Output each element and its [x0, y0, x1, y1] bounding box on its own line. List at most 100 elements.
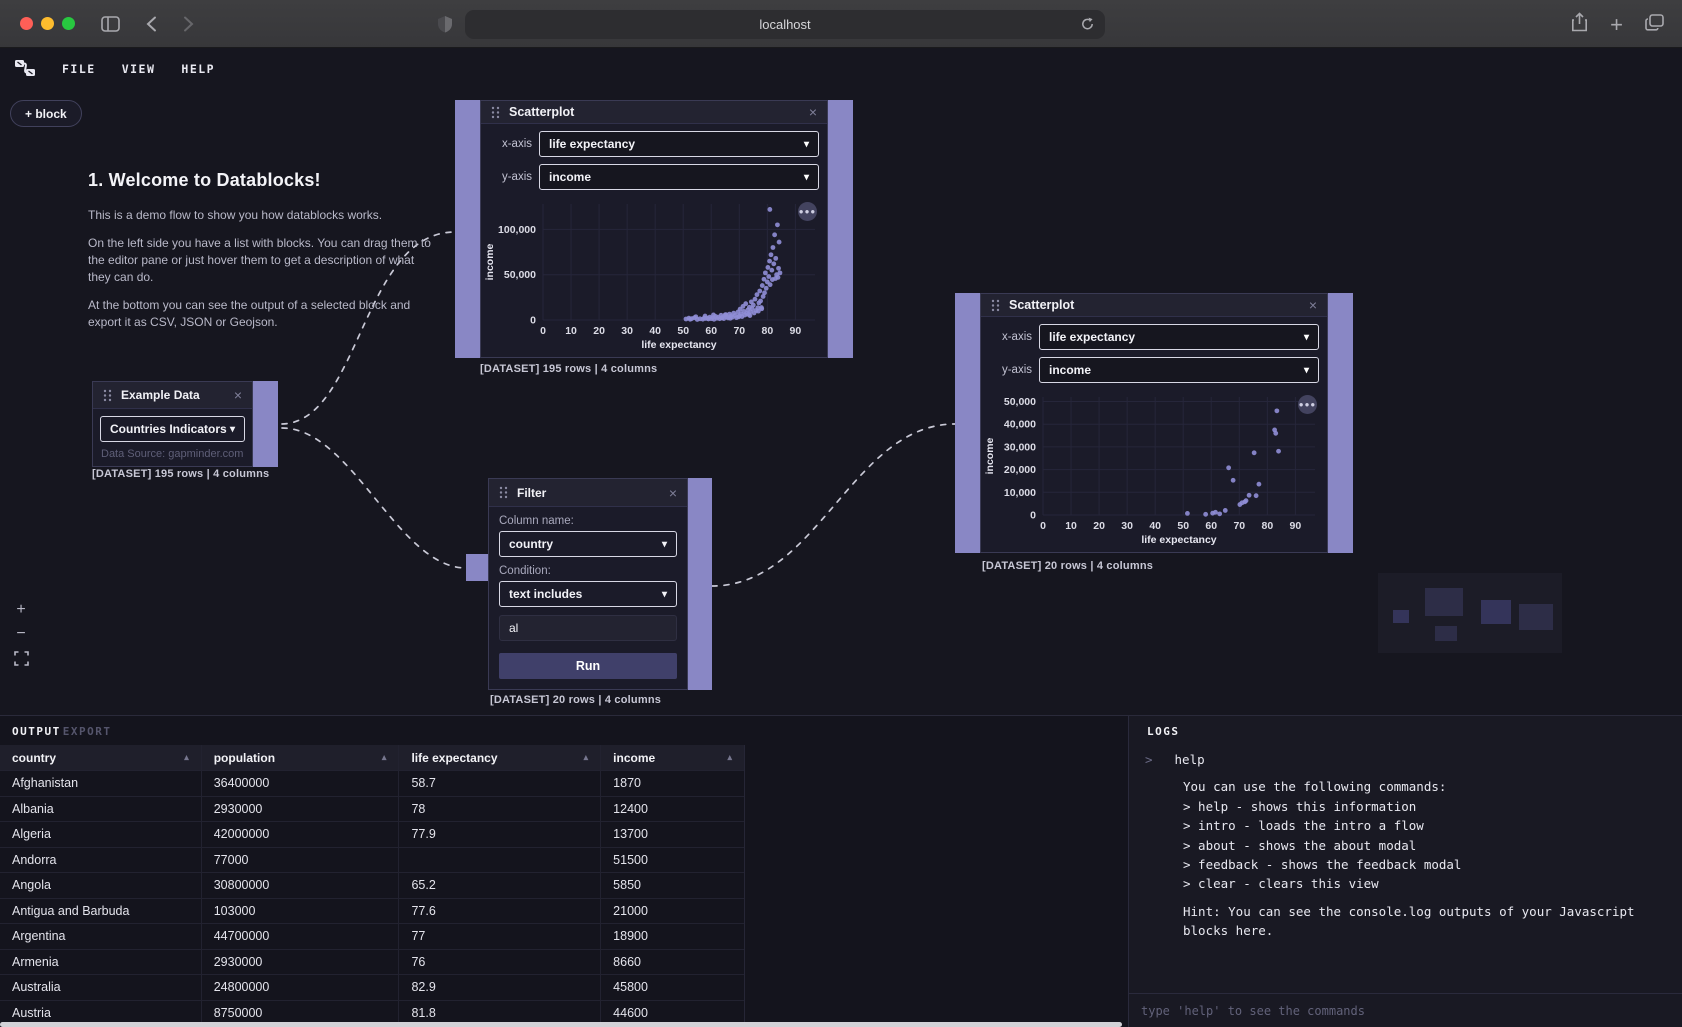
input-port-bar[interactable]	[955, 293, 980, 553]
app-logo	[14, 58, 36, 81]
tab-export[interactable]: EXPORT	[63, 725, 112, 738]
drag-handle-icon[interactable]	[991, 299, 1000, 312]
input-port-bar[interactable]	[455, 100, 480, 358]
run-button[interactable]: Run	[499, 653, 677, 679]
minimap-block	[1481, 600, 1511, 624]
back-button-icon[interactable]	[146, 16, 157, 32]
forward-button-icon[interactable]	[183, 16, 194, 32]
table-horizontal-scrollbar[interactable]	[0, 1022, 1122, 1027]
minimap-block	[1425, 588, 1463, 616]
table-cell: 13700	[601, 822, 744, 847]
block-header[interactable]: Scatterplot ×	[981, 294, 1327, 317]
svg-text:50: 50	[677, 325, 689, 337]
dataset-caption: [DATASET] 20 rows | 4 columns	[982, 560, 1153, 572]
filter-query-value: al	[509, 621, 518, 635]
chart-options-icon[interactable]: ●●●	[1298, 395, 1317, 414]
table-row[interactable]: Albania29300007812400	[0, 797, 744, 823]
canvas-zoom-controls: + −	[12, 602, 30, 666]
column-header-life-expectancy[interactable]: life expectancy▴	[399, 745, 601, 770]
table-row[interactable]: Antigua and Barbuda10300077.621000	[0, 899, 744, 925]
table-row[interactable]: Algeria4200000077.913700	[0, 822, 744, 848]
block-scatterplot-2[interactable]: Scatterplot × x-axis life expectancy ▾ y…	[955, 293, 1353, 553]
table-row[interactable]: Andorra7700051500	[0, 848, 744, 874]
table-row[interactable]: Argentina447000007718900	[0, 924, 744, 950]
share-icon[interactable]	[1571, 12, 1588, 37]
output-port-bar[interactable]	[828, 100, 853, 358]
svg-text:0: 0	[530, 315, 536, 327]
add-block-button[interactable]: + block	[10, 100, 82, 127]
block-header[interactable]: Scatterplot ×	[481, 101, 827, 124]
y-axis-select[interactable]: income ▾	[539, 164, 819, 190]
y-axis-select[interactable]: income ▾	[1039, 357, 1319, 383]
x-axis-select[interactable]: life expectancy ▾	[1039, 324, 1319, 350]
minimize-window-button[interactable]	[41, 17, 54, 30]
block-example-data[interactable]: Example Data × Countries Indicators ▾ Da…	[92, 381, 278, 467]
chevron-down-icon: ▾	[230, 424, 235, 435]
logs-panel: LOGS > help You can use the following co…	[1128, 716, 1682, 1027]
table-row[interactable]: Angola3080000065.25850	[0, 873, 744, 899]
column-select[interactable]: country ▾	[499, 531, 677, 557]
column-header-income[interactable]: income▴	[601, 745, 744, 770]
x-axis-label: x-axis	[481, 138, 539, 150]
block-filter[interactable]: Filter × Column name: country ▾ Conditio…	[488, 478, 712, 690]
flow-minimap[interactable]	[1378, 573, 1562, 653]
table-cell: 77.9	[399, 822, 601, 847]
table-cell: 82.9	[399, 975, 601, 1000]
sidebar-toggle-icon[interactable]	[101, 16, 120, 32]
table-header-row: country▴population▴life expectancy▴incom…	[0, 745, 744, 771]
close-icon[interactable]: ×	[234, 387, 242, 403]
menu-view[interactable]: VIEW	[122, 62, 156, 76]
log-command-entry: > help	[1145, 750, 1666, 769]
new-tab-icon[interactable]: +	[1610, 18, 1623, 32]
y-axis-title: income	[984, 437, 996, 474]
block-header[interactable]: Example Data ×	[93, 382, 252, 409]
table-row[interactable]: Australia2480000082.945800	[0, 975, 744, 1001]
reload-icon[interactable]	[1080, 16, 1095, 35]
block-header[interactable]: Filter ×	[489, 479, 687, 507]
sort-arrow-icon[interactable]: ▴	[382, 752, 387, 763]
zoom-out-icon[interactable]: −	[12, 626, 30, 642]
dataset-select[interactable]: Countries Indicators ▾	[100, 416, 245, 442]
privacy-shield-icon[interactable]	[437, 15, 453, 38]
tab-output[interactable]: OUTPUT	[12, 725, 61, 738]
output-port-bar[interactable]	[688, 478, 712, 690]
close-icon[interactable]: ×	[1309, 297, 1317, 313]
x-axis-select[interactable]: life expectancy ▾	[539, 131, 819, 157]
output-port-bar[interactable]	[253, 381, 278, 467]
block-scatterplot-1[interactable]: Scatterplot × x-axis life expectancy ▾ y…	[455, 100, 853, 358]
sort-arrow-icon[interactable]: ▴	[584, 752, 589, 763]
table-cell: 44700000	[202, 924, 400, 949]
chart-options-icon[interactable]: ●●●	[798, 202, 817, 221]
menu-help[interactable]: HELP	[181, 62, 215, 76]
drag-handle-icon[interactable]	[491, 106, 500, 119]
drag-handle-icon[interactable]	[103, 389, 112, 402]
table-row[interactable]: Afghanistan3640000058.71870	[0, 771, 744, 797]
condition-select[interactable]: text includes ▾	[499, 581, 677, 607]
drag-handle-icon[interactable]	[499, 486, 508, 499]
table-row[interactable]: Armenia2930000768660	[0, 950, 744, 976]
sort-arrow-icon[interactable]: ▴	[727, 752, 732, 763]
connector-filter-to-scatterplot2	[712, 424, 955, 586]
fit-view-icon[interactable]	[12, 650, 30, 666]
dataset-caption: [DATASET] 195 rows | 4 columns	[480, 363, 657, 375]
close-icon[interactable]: ×	[809, 104, 817, 120]
address-bar[interactable]: localhost	[465, 10, 1105, 39]
svg-text:40: 40	[1149, 520, 1161, 532]
scatter-chart-2: 0102030405060708090010,00020,00030,00040…	[981, 387, 1327, 552]
table-cell: 24800000	[202, 975, 400, 1000]
zoom-window-button[interactable]	[62, 17, 75, 30]
column-header-population[interactable]: population▴	[202, 745, 400, 770]
filter-input-port[interactable]	[466, 554, 489, 581]
output-port-bar[interactable]	[1328, 293, 1353, 553]
close-icon[interactable]: ×	[669, 485, 677, 501]
column-header-country[interactable]: country▴	[0, 745, 202, 770]
zoom-in-icon[interactable]: +	[12, 602, 30, 618]
x-axis-value: life expectancy	[1049, 330, 1135, 344]
logs-command-input[interactable]	[1129, 993, 1682, 1027]
menu-file[interactable]: FILE	[62, 62, 96, 76]
filter-query-input[interactable]: al	[499, 615, 677, 641]
sort-arrow-icon[interactable]: ▴	[184, 752, 189, 763]
tab-overview-icon[interactable]	[1645, 14, 1664, 36]
y-axis-label: y-axis	[481, 171, 539, 183]
close-window-button[interactable]	[20, 17, 33, 30]
